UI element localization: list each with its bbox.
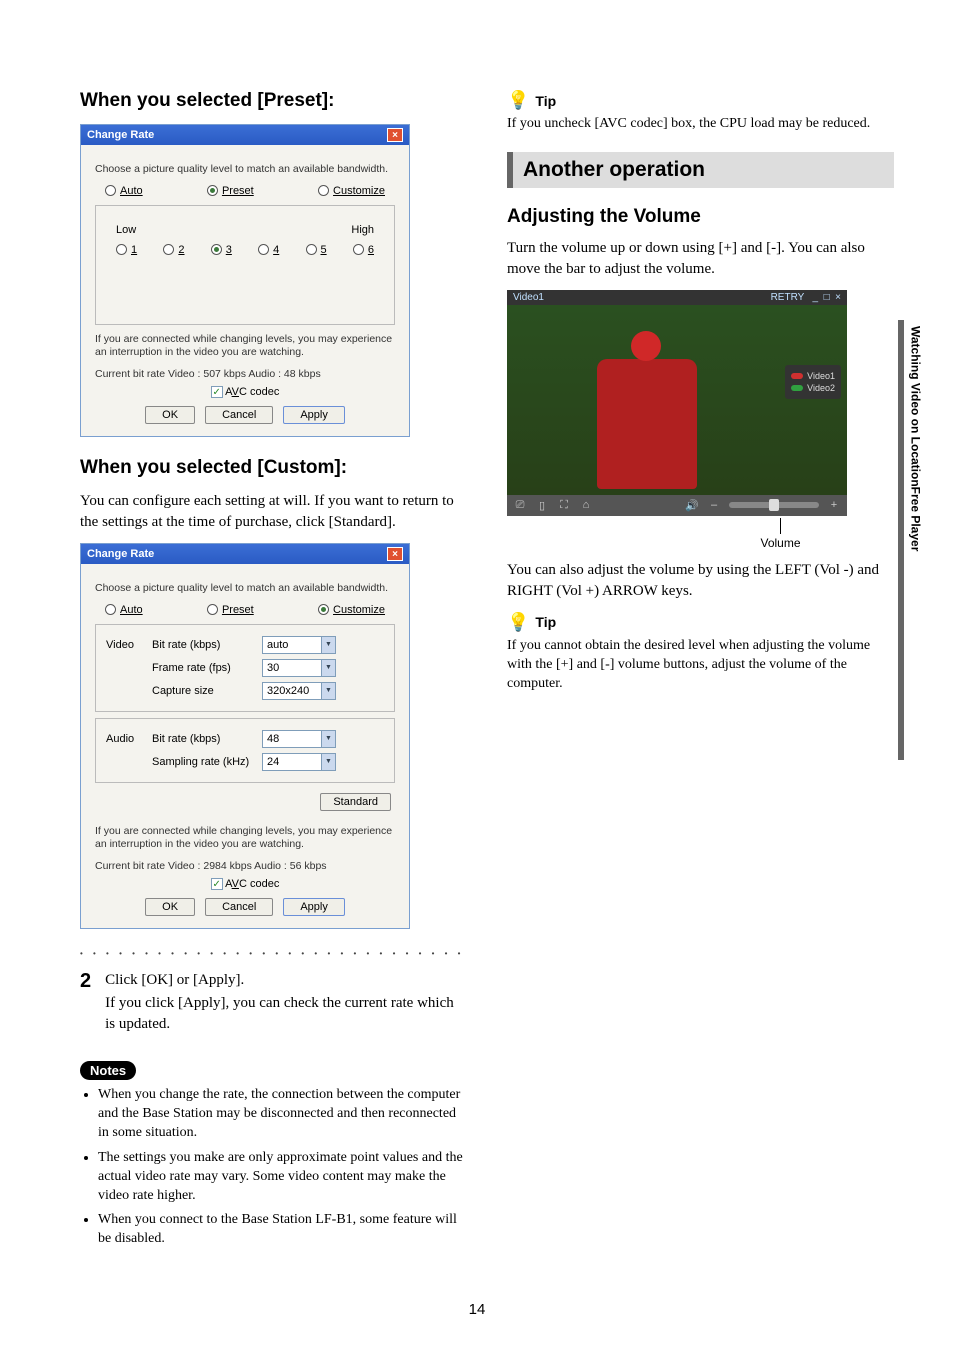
video-status: RETRY _ □ ×	[771, 292, 841, 303]
note-item: The settings you make are only approxima…	[98, 1149, 467, 1206]
radio-preset[interactable]: Preset	[207, 604, 254, 616]
label-audio-bitrate: Bit rate (kbps)	[152, 733, 262, 745]
radio-customize[interactable]: Customize	[318, 185, 385, 197]
note-item: When you change the rate, the connection…	[98, 1086, 467, 1143]
cancel-button[interactable]: Cancel	[205, 406, 273, 424]
capture-size-select[interactable]: 320x240▼	[262, 682, 336, 700]
change-rate-dialog-preset: Change Rate × Choose a picture quality l…	[80, 124, 410, 437]
side-chapter-tab: Watching Video on LocationFree Player	[898, 320, 924, 760]
tip-body: If you cannot obtain the desired level w…	[507, 637, 894, 694]
ok-button[interactable]: OK	[145, 406, 195, 424]
current-bitrate: Current bit rate Video : 2984 kbps Audio…	[95, 860, 395, 874]
subsection-heading: Adjusting the Volume	[507, 206, 894, 228]
step-2: 2 Click [OK] or [Apply]. If you click [A…	[80, 970, 467, 1045]
chevron-down-icon: ▼	[322, 636, 336, 654]
step-text-2: If you click [Apply], you can check the …	[105, 993, 467, 1035]
volume-callout: Volume	[507, 518, 894, 550]
label-frame-rate: Frame rate (fps)	[152, 662, 262, 674]
dialog-title: Change Rate	[87, 548, 154, 560]
audio-bitrate-select[interactable]: 48▼	[262, 730, 336, 748]
dialog-instruction: Choose a picture quality level to match …	[95, 163, 395, 177]
dotted-rule: • • • • • • • • • • • • • • • • • • • • …	[80, 949, 467, 958]
fit-icon[interactable]: ▯	[535, 499, 549, 512]
volume-minus-button[interactable]: –	[707, 499, 721, 511]
volume-plus-button[interactable]: +	[827, 499, 841, 511]
label-low: Low	[116, 224, 136, 236]
radio-level-1[interactable]: 1	[116, 244, 137, 256]
video-content-illustration	[597, 359, 697, 489]
custom-intro: You can configure each setting at will. …	[80, 491, 467, 533]
video-control-bar: ⎚ ▯ ⛶ ⌂ 🔊 – +	[507, 495, 847, 516]
volume-slider[interactable]	[729, 502, 819, 508]
settings-icon[interactable]: ⌂	[579, 499, 593, 511]
chevron-down-icon: ▼	[322, 730, 336, 748]
dialog-warning: If you are connected while changing leve…	[95, 333, 395, 360]
section-video: Video	[106, 639, 152, 651]
radio-level-4[interactable]: 4	[258, 244, 279, 256]
heading-custom: When you selected [Custom]:	[80, 457, 467, 479]
tip-label: Tip	[535, 614, 556, 630]
volume-arrow-text: You can also adjust the volume by using …	[507, 560, 894, 602]
heading-preset: When you selected [Preset]:	[80, 90, 467, 112]
avc-checkbox[interactable]: ✓	[211, 386, 223, 398]
tip-icon: 💡	[507, 90, 529, 111]
tip-icon: 💡	[507, 612, 529, 633]
volume-knob[interactable]	[769, 499, 779, 511]
avc-checkbox[interactable]: ✓	[211, 878, 223, 890]
label-video-bitrate: Bit rate (kbps)	[152, 639, 262, 651]
page-number: 14	[0, 1301, 954, 1318]
close-icon[interactable]: ×	[387, 547, 403, 561]
notes-heading: Notes	[80, 1061, 136, 1080]
step-number: 2	[80, 970, 91, 1045]
right-column: 💡 Tip If you uncheck [AVC codec] box, th…	[507, 90, 894, 1255]
avc-label: AVC codec	[225, 386, 279, 398]
radio-auto[interactable]: Auto	[105, 185, 143, 197]
radio-customize[interactable]: Customize	[318, 604, 385, 616]
video-screen: Video1 Video2	[507, 305, 847, 495]
chevron-down-icon: ▼	[322, 682, 336, 700]
sampling-rate-select[interactable]: 24▼	[262, 753, 336, 771]
video-window-title: Video1	[513, 292, 544, 303]
video-legend: Video1 Video2	[785, 365, 841, 399]
section-audio: Audio	[106, 733, 152, 745]
left-column: When you selected [Preset]: Change Rate …	[80, 90, 467, 1255]
apply-button[interactable]: Apply	[283, 406, 345, 424]
apply-button[interactable]: Apply	[283, 898, 345, 916]
label-sampling-rate: Sampling rate (kHz)	[152, 756, 262, 768]
tip-label: Tip	[535, 93, 556, 109]
dialog-instruction: Choose a picture quality level to match …	[95, 582, 395, 596]
tip-body: If you uncheck [AVC codec] box, the CPU …	[507, 115, 894, 134]
dialog-title: Change Rate	[87, 129, 154, 141]
volume-intro: Turn the volume up or down using [+] and…	[507, 238, 894, 280]
notes-list: When you change the rate, the connection…	[80, 1086, 467, 1249]
radio-level-5[interactable]: 5	[306, 244, 327, 256]
video-player-window: Video1 RETRY _ □ × Video1 Video2 ⎚ ▯ ⛶ ⌂…	[507, 290, 847, 516]
standard-button[interactable]: Standard	[320, 793, 391, 811]
note-item: When you connect to the Base Station LF-…	[98, 1211, 467, 1249]
cancel-button[interactable]: Cancel	[205, 898, 273, 916]
chevron-down-icon: ▼	[322, 753, 336, 771]
speaker-icon[interactable]: 🔊	[685, 499, 699, 512]
ok-button[interactable]: OK	[145, 898, 195, 916]
change-rate-dialog-custom: Change Rate × Choose a picture quality l…	[80, 543, 410, 929]
radio-auto[interactable]: Auto	[105, 604, 143, 616]
current-bitrate: Current bit rate Video : 507 kbps Audio …	[95, 368, 395, 382]
radio-level-2[interactable]: 2	[163, 244, 184, 256]
radio-level-6[interactable]: 6	[353, 244, 374, 256]
frame-rate-select[interactable]: 30▼	[262, 659, 336, 677]
radio-level-3[interactable]: 3	[211, 244, 232, 256]
chevron-down-icon: ▼	[322, 659, 336, 677]
step-text-1: Click [OK] or [Apply].	[105, 970, 467, 991]
avc-label: AVC codec	[225, 878, 279, 890]
video-bitrate-select[interactable]: auto▼	[262, 636, 336, 654]
side-chapter-label: Watching Video on LocationFree Player	[908, 320, 922, 551]
close-icon[interactable]: ×	[387, 128, 403, 142]
label-capture-size: Capture size	[152, 685, 262, 697]
radio-preset[interactable]: Preset	[207, 185, 254, 197]
label-high: High	[351, 224, 374, 236]
remote-icon[interactable]: ⎚	[513, 499, 527, 512]
expand-icon[interactable]: ⛶	[557, 499, 571, 512]
dialog-warning: If you are connected while changing leve…	[95, 825, 395, 852]
section-heading: Another operation	[507, 152, 894, 188]
